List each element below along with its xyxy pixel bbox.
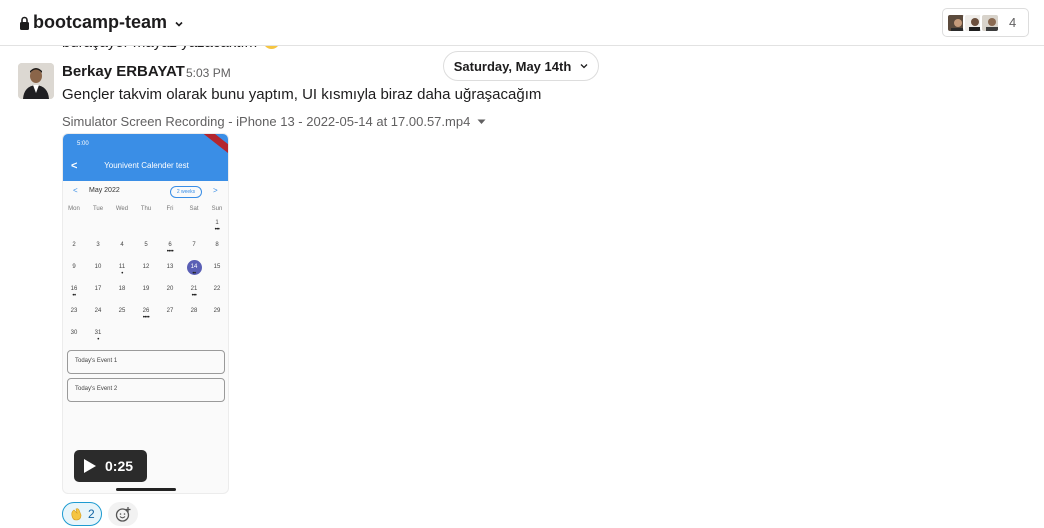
member-count: 4: [1009, 15, 1017, 30]
weekday-label: Fri: [166, 206, 174, 212]
member-list-button[interactable]: 4: [942, 8, 1029, 37]
calendar-day: 9: [72, 264, 76, 270]
weekday-label: Wed: [115, 206, 129, 212]
message-text: Gençler takvim olarak bunu yaptım, UI kı…: [62, 86, 542, 103]
attachment-title[interactable]: Simulator Screen Recording - iPhone 13 -…: [62, 114, 486, 129]
calendar-day: 18: [118, 286, 126, 292]
calendar-day: 12: [142, 264, 150, 270]
event-card: Today's Event 1: [67, 350, 225, 374]
author-avatar[interactable]: [18, 63, 54, 99]
calendar-day: 10: [94, 264, 102, 270]
weekday-label: Sat: [189, 206, 199, 212]
chevron-left-icon: <: [73, 186, 78, 195]
calendar-day: 24: [94, 308, 102, 314]
debug-banner: [198, 134, 228, 159]
app-bar: 5:00 < Younivent Calender test: [63, 134, 228, 181]
event-marker: •••: [191, 293, 197, 299]
event-marker: ••: [192, 271, 196, 277]
calendar-day: 13: [166, 264, 174, 270]
calendar-day: 31: [94, 330, 102, 336]
weekday-label: Sun: [211, 206, 223, 212]
calendar-day: 25: [118, 308, 126, 314]
calendar-day: 1: [215, 220, 219, 226]
status-bar-time: 5:00: [77, 141, 89, 147]
caret-down-icon[interactable]: [477, 119, 486, 125]
chevron-right-icon: >: [213, 186, 218, 195]
date-divider-label: Saturday, May 14th: [453, 58, 572, 74]
weekday-label: Thu: [140, 206, 152, 212]
calendar-day: 22: [213, 286, 221, 292]
calendar-day: 5: [144, 242, 148, 248]
reaction-count: 2: [88, 507, 95, 521]
video-attachment[interactable]: 5:00 < Younivent Calender test < May 202…: [62, 133, 229, 494]
calendar-day: 8: [215, 242, 219, 248]
channel-name: bootcamp-team: [33, 12, 168, 32]
event-marker: •: [97, 337, 99, 343]
calendar-day: 17: [94, 286, 102, 292]
attachment-name: Simulator Screen Recording - iPhone 13 -…: [62, 114, 471, 129]
format-toggle: 2 weeks: [170, 186, 202, 198]
calendar-day: 26: [142, 308, 150, 314]
calendar-day: 16: [70, 286, 78, 292]
reaction-clap[interactable]: 2: [62, 502, 102, 526]
channel-name-button[interactable]: bootcamp-team: [19, 12, 184, 33]
event-marker: ••••: [166, 249, 174, 255]
chevron-down-icon: [175, 21, 183, 27]
calendar-month: May 2022: [89, 187, 120, 194]
calendar-day: 4: [120, 242, 124, 248]
calendar-day: 6: [168, 242, 172, 248]
calendar-day: 23: [70, 308, 78, 314]
event-marker: ••: [72, 293, 76, 299]
chevron-down-icon: [580, 64, 588, 69]
calendar-day: 15: [213, 264, 221, 270]
avatar: [980, 12, 1000, 33]
add-reaction-button[interactable]: [108, 502, 138, 526]
app-title: Younivent Calender test: [104, 161, 189, 170]
play-button[interactable]: 0:25: [74, 450, 147, 482]
message-timestamp[interactable]: 5:03 PM: [186, 66, 231, 80]
weekday-label: Mon: [68, 206, 80, 212]
calendar-day: 30: [70, 330, 78, 336]
event-card: Today's Event 2: [67, 378, 225, 402]
event-marker: •••: [214, 227, 220, 233]
weekday-label: Tue: [92, 206, 104, 212]
calendar-day: 20: [166, 286, 174, 292]
calendar-navigation: < May 2022 2 weeks >: [63, 186, 228, 200]
video-duration: 0:25: [105, 458, 134, 474]
add-emoji-icon: [115, 506, 130, 522]
play-icon: [84, 459, 96, 473]
calendar-day: 19: [142, 286, 150, 292]
calendar-day: 27: [166, 308, 174, 314]
calendar-day: 7: [192, 242, 196, 248]
channel-header: bootcamp-team 4: [0, 0, 1044, 46]
event-marker: ••••: [142, 315, 150, 321]
calendar-day: 11: [118, 264, 126, 270]
calendar-day: 2: [72, 242, 76, 248]
calendar-day: 21: [190, 286, 198, 292]
message-author[interactable]: Berkay ERBAYAT: [62, 63, 185, 80]
lock-icon: [20, 16, 29, 30]
calendar-day: 3: [96, 242, 100, 248]
date-divider-button[interactable]: Saturday, May 14th: [443, 51, 599, 81]
calendar-day: 29: [213, 308, 221, 314]
clapping-hands-icon: [71, 508, 82, 521]
event-marker: •: [121, 271, 123, 277]
home-indicator: [116, 488, 176, 491]
calendar-day: 28: [190, 308, 198, 314]
